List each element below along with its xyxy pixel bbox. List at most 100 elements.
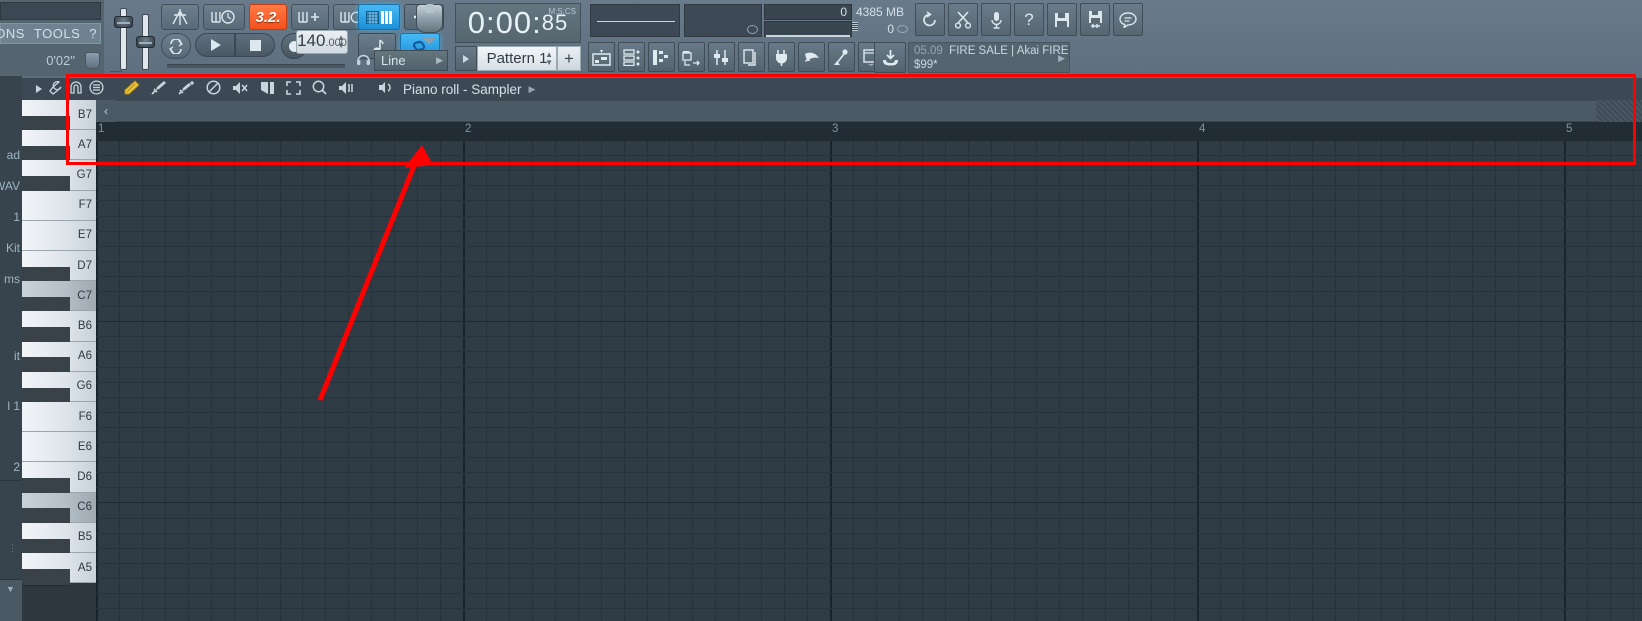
channel-rack-sliver: ad WAV 1 Kit ms it l 1 2 ⋮ ▼ bbox=[0, 76, 22, 621]
waveform-display[interactable] bbox=[590, 4, 680, 37]
hint-bubble-button[interactable] bbox=[1113, 3, 1143, 36]
paint-add-icon[interactable] bbox=[175, 80, 198, 98]
undo-button[interactable] bbox=[915, 3, 945, 36]
playback-tool-icon[interactable] bbox=[335, 81, 357, 98]
mute-tool-icon[interactable] bbox=[229, 81, 252, 98]
timeline-ruler[interactable]: 1 2 3 4 5 bbox=[96, 122, 1642, 140]
add-pattern-button[interactable]: + bbox=[557, 46, 581, 71]
master-pitch-knob[interactable] bbox=[85, 52, 100, 69]
master-pitch-slider-knob[interactable] bbox=[136, 36, 155, 48]
menu-item-options[interactable]: OPTIONS bbox=[0, 26, 25, 41]
spectrum-display[interactable] bbox=[684, 4, 762, 37]
piano-roll-button[interactable] bbox=[648, 42, 675, 72]
menu-item-help[interactable]: ? bbox=[89, 26, 97, 41]
scroll-left-button[interactable]: ‹ bbox=[96, 100, 116, 122]
sliver-label-2[interactable]: 1 bbox=[13, 210, 20, 224]
playlist-button[interactable] bbox=[588, 42, 615, 72]
scrollbar-end-grip[interactable] bbox=[1596, 100, 1642, 122]
time-panel: 0:00:85 M:S:CS Pattern 1 ▲ ▼ + bbox=[452, 0, 584, 76]
sliver-label-0[interactable]: ad bbox=[7, 148, 20, 162]
wrench-icon[interactable] bbox=[46, 80, 66, 98]
project-info-button[interactable] bbox=[738, 42, 765, 72]
mixer-button[interactable] bbox=[708, 42, 735, 72]
transport-scrollbar[interactable] bbox=[167, 64, 345, 68]
promo-chevron-icon[interactable]: ▶ bbox=[1058, 53, 1065, 64]
sliver-grip-icon[interactable]: ⋮ bbox=[8, 544, 17, 553]
select-tool-icon[interactable] bbox=[283, 80, 304, 98]
snap-mode-label: Line bbox=[381, 53, 406, 68]
promo-banner[interactable]: 05.09 FIRE SALE | Akai FIRE $99* ▶ bbox=[908, 42, 1070, 73]
snap-mode-select[interactable]: Line ▶ bbox=[374, 50, 448, 71]
sliver-label-4[interactable]: ms bbox=[4, 272, 20, 286]
plugin-picker-button[interactable] bbox=[768, 42, 795, 72]
zoom-tool-icon[interactable] bbox=[309, 80, 330, 98]
promo-headline: FIRE SALE | Akai FIRE bbox=[949, 45, 1069, 57]
pencil-tool-icon[interactable] bbox=[121, 80, 143, 98]
sliver-footer-chevron-icon[interactable]: ▼ bbox=[6, 584, 15, 594]
stop-button[interactable] bbox=[235, 33, 275, 57]
countdown-button[interactable]: 3.2. bbox=[249, 4, 287, 30]
metronome-button[interactable] bbox=[161, 4, 199, 30]
piano-roll-toolbar: Piano roll - Sampler ▶ bbox=[22, 78, 1642, 100]
piano-key-label: A5 bbox=[77, 561, 92, 574]
piano-key-e6[interactable]: E6 bbox=[22, 432, 96, 463]
sliver-label-1[interactable]: WAV bbox=[0, 179, 20, 193]
piano-key-f6[interactable]: F6 bbox=[22, 402, 96, 433]
piano-key-e7[interactable]: E7 bbox=[22, 220, 96, 251]
grid-hline bbox=[96, 276, 1642, 277]
master-volume-knob[interactable] bbox=[114, 16, 133, 28]
piano-key-black[interactable] bbox=[22, 568, 70, 586]
collapse-arrow-icon[interactable] bbox=[32, 82, 46, 97]
grid-hline bbox=[96, 261, 1642, 262]
download-button[interactable] bbox=[874, 42, 906, 73]
piano-key-label: E7 bbox=[77, 229, 92, 242]
piano-roll-grid[interactable] bbox=[96, 140, 1642, 621]
microphone-button[interactable] bbox=[981, 3, 1011, 36]
pattern-selector: Pattern 1 ▲ ▼ + bbox=[455, 46, 581, 71]
sliver-label-7[interactable]: 2 bbox=[13, 460, 20, 474]
wasp-icon-button[interactable] bbox=[798, 42, 825, 72]
save-button[interactable] bbox=[1047, 3, 1077, 36]
sliver-footer: ▼ bbox=[0, 579, 22, 621]
help-button[interactable]: ? bbox=[1014, 3, 1044, 36]
sliver-label-6[interactable]: l 1 bbox=[7, 399, 20, 413]
channel-rack-button[interactable] bbox=[618, 42, 645, 72]
time-display[interactable]: 0:00:85 M:S:CS bbox=[455, 3, 581, 43]
pattern-song-toggle-button[interactable] bbox=[161, 33, 191, 59]
menu-icon[interactable] bbox=[86, 80, 107, 98]
tempo-field[interactable]: 140 .000 ▲ ▼ bbox=[296, 30, 348, 54]
wait-for-input-button[interactable] bbox=[203, 4, 245, 30]
sliver-label-5[interactable]: it bbox=[14, 349, 20, 363]
grid-hline bbox=[96, 306, 1642, 307]
typing-keyboard-button[interactable] bbox=[291, 4, 329, 30]
pattern-spinner-icon[interactable]: ▲ ▼ bbox=[545, 50, 553, 67]
magnet-snap-icon[interactable] bbox=[66, 80, 86, 98]
save-as-button[interactable] bbox=[1080, 3, 1110, 36]
horizontal-scrollbar[interactable] bbox=[96, 100, 1642, 122]
menu-bar[interactable]: OPTIONS TOOLS ? bbox=[0, 23, 101, 44]
pattern-mode-button[interactable] bbox=[358, 4, 400, 30]
tempo-spinner-icon[interactable]: ▲ ▼ bbox=[337, 34, 345, 50]
cut-button[interactable] bbox=[948, 3, 978, 36]
paint-tool-icon[interactable] bbox=[148, 80, 170, 98]
audio-preview-icon[interactable] bbox=[375, 81, 397, 97]
chevron-down-icon[interactable] bbox=[422, 38, 436, 44]
sliver-label-3[interactable]: Kit bbox=[6, 241, 20, 255]
delete-tool-icon[interactable] bbox=[203, 80, 224, 98]
sound-editor-button[interactable] bbox=[828, 42, 855, 72]
title-chevron-icon[interactable]: ▶ bbox=[529, 84, 536, 95]
utility-toolbar: ? bbox=[915, 3, 1143, 37]
menu-item-tools[interactable]: TOOLS bbox=[34, 26, 80, 41]
promo-date: 05.09 bbox=[914, 45, 943, 57]
pattern-menu-button[interactable] bbox=[455, 46, 477, 71]
piano-key-f7[interactable]: F7 bbox=[22, 190, 96, 221]
piano-keyboard: B7 A7 G7 F7 E7 D7 C7 B6 A6 G6 F6 E6 D6 C6 B5 A5 bbox=[22, 100, 96, 621]
chevron-right-icon[interactable]: ▶ bbox=[436, 55, 443, 66]
play-button[interactable] bbox=[195, 33, 235, 57]
piano-key-label: C6 bbox=[77, 501, 92, 514]
cpu-value: 0 bbox=[840, 5, 847, 19]
browser-button[interactable] bbox=[678, 42, 705, 72]
master-output-knob[interactable] bbox=[416, 4, 443, 33]
slip-tool-icon[interactable] bbox=[257, 81, 278, 98]
pattern-name-field[interactable]: Pattern 1 ▲ ▼ bbox=[477, 46, 557, 71]
